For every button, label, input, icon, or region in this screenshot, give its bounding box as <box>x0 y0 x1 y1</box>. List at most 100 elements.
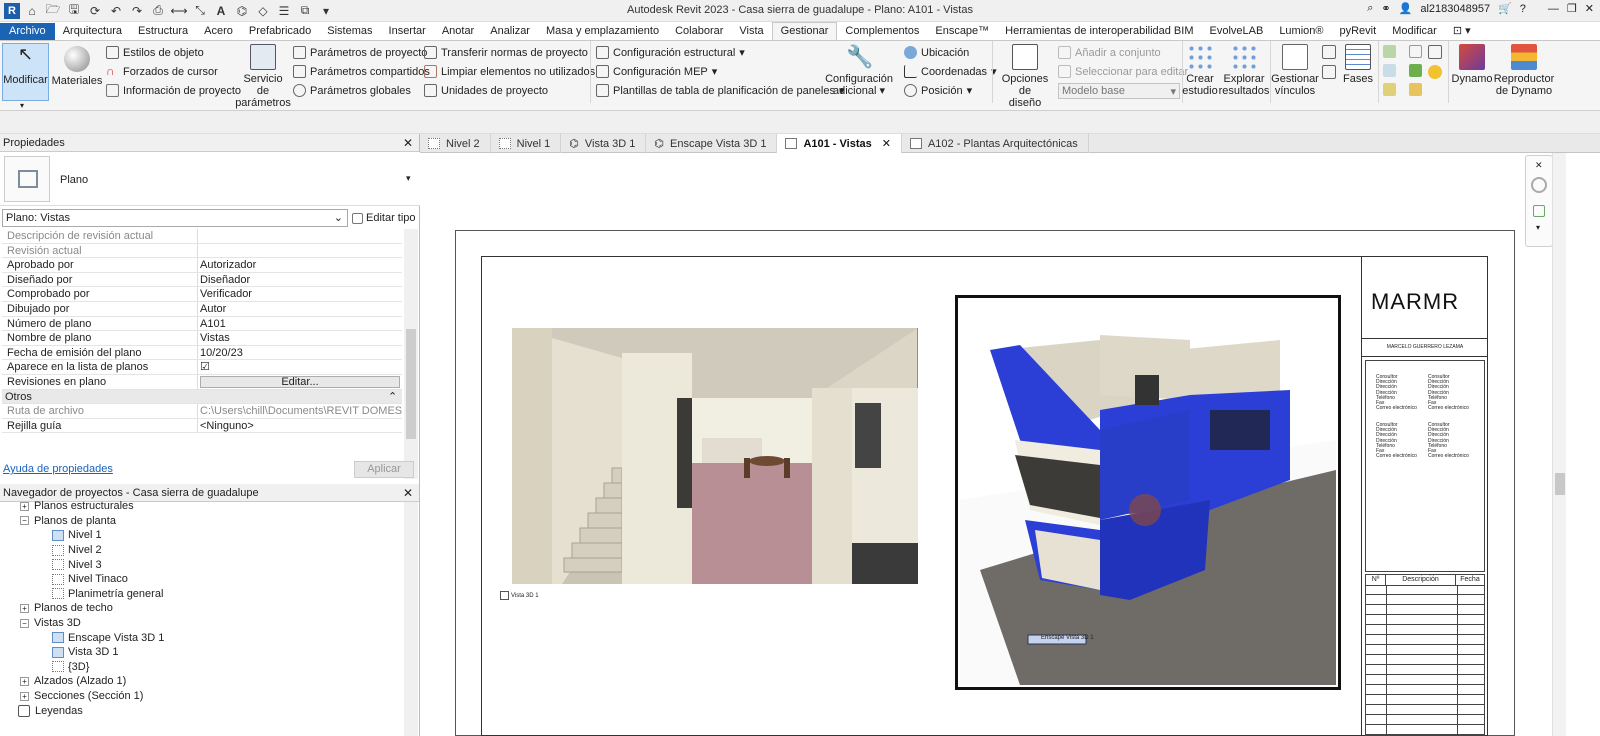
position-button[interactable]: Posición ▾ <box>904 81 997 100</box>
modify-dropdown-icon[interactable]: ▾ <box>20 101 24 110</box>
tree-item-planimetria[interactable]: Planimetría general <box>0 587 402 602</box>
chevron-down-icon[interactable]: ▾ <box>406 173 411 184</box>
viewport-title-vista-3d-1[interactable]: Vista 3D 1 <box>500 591 539 600</box>
snaps-button[interactable]: ∩ Forzados de cursor <box>106 62 241 81</box>
tab-evolvelab[interactable]: EvolveLAB <box>1202 23 1272 40</box>
collapse-icon[interactable]: ⌃ <box>388 390 402 404</box>
revisions-edit-button[interactable]: Editar... <box>200 375 400 388</box>
tab-pyrevit[interactable]: pyRevit <box>1332 23 1385 40</box>
shared-parameters-button[interactable]: Parámetros compartidos <box>293 62 430 81</box>
panel-templates-button[interactable]: Plantillas de tabla de planificación de … <box>596 81 845 100</box>
expand-icon[interactable]: + <box>20 603 29 613</box>
instance-filter-select[interactable]: Plano: Vistas ⌄ <box>2 209 348 227</box>
cart-icon[interactable]: 🛒 <box>1498 2 1512 15</box>
select-by-face-icon[interactable] <box>1409 64 1422 77</box>
tab-prefabricado[interactable]: Prefabricado <box>241 23 319 40</box>
exterior-render-viewport[interactable] <box>960 300 1336 685</box>
restore-icon[interactable]: ❐ <box>1567 2 1577 15</box>
tree-item-default-3d[interactable]: {3D} <box>0 660 402 675</box>
tab-masa[interactable]: Masa y emplazamiento <box>538 23 667 40</box>
property-row[interactable]: Revisiones en plano Editar... <box>2 374 402 390</box>
property-value[interactable]: Verificador <box>198 287 402 301</box>
tab-archivo[interactable]: Archivo <box>0 23 55 40</box>
expand-icon[interactable]: + <box>20 501 29 511</box>
zoom-icon[interactable] <box>1533 205 1545 217</box>
minimize-icon[interactable]: — <box>1548 3 1559 15</box>
property-value[interactable]: Autorizador <box>198 258 402 272</box>
drag-elements-icon[interactable] <box>1383 83 1396 96</box>
property-row[interactable]: Ruta de archivo C:\Users\chill\Documents\… <box>2 404 402 419</box>
structural-settings-button[interactable]: Configuración estructural ▾ <box>596 43 845 62</box>
tree-node-structural-plans[interactable]: + Planos estructurales <box>0 499 402 514</box>
property-value[interactable]: Diseñador <box>198 273 402 287</box>
collapse-icon[interactable]: − <box>20 516 29 526</box>
close-icon[interactable]: ✕ <box>1535 160 1552 171</box>
properties-help-link[interactable]: Ayuda de propiedades <box>3 463 113 475</box>
main-model-select[interactable]: Modelo base ▾ <box>1058 83 1180 99</box>
coordinates-button[interactable]: Coordenadas ▾ <box>904 62 997 81</box>
property-group-others[interactable]: Otros ⌃ <box>2 389 402 405</box>
apply-button[interactable]: Aplicar <box>354 461 414 478</box>
tab-sistemas[interactable]: Sistemas <box>319 23 380 40</box>
property-row[interactable]: Nombre de plano Vistas <box>2 331 402 346</box>
macro-security-icon[interactable] <box>1428 65 1442 79</box>
tab-complementos[interactable]: Complementos <box>837 23 927 40</box>
tree-node-elevations[interactable]: + Alzados (Alzado 1) <box>0 674 402 689</box>
appears-in-list-checkbox[interactable]: ☑ <box>198 360 402 374</box>
tab-view-nivel-2[interactable]: Nivel 2 <box>420 134 491 153</box>
location-button[interactable]: Ubicación <box>904 43 997 62</box>
property-row[interactable]: Fecha de emisión del plano 10/20/23 <box>2 345 402 361</box>
select-underlay-icon[interactable] <box>1409 45 1422 58</box>
property-row[interactable]: Descripción de revisión actual <box>2 229 402 244</box>
panel-toggle-icon[interactable]: ⊡ ▾ <box>1445 22 1479 40</box>
tab-anotar[interactable]: Anotar <box>434 23 482 40</box>
create-study-button[interactable]: Crear estudio <box>1182 44 1218 97</box>
tree-node-3d-views[interactable]: − Vistas 3D <box>0 616 402 631</box>
tree-item-nivel-2[interactable]: Nivel 2 <box>0 543 402 558</box>
tree-node-ceiling-plans[interactable]: + Planos de techo <box>0 601 402 616</box>
tree-item-nivel-1[interactable]: Nivel 1 <box>0 528 402 543</box>
interior-render-viewport[interactable] <box>512 328 918 584</box>
property-row[interactable]: Aprobado por Autorizador <box>2 258 402 273</box>
tree-node-floor-plans[interactable]: − Planos de planta <box>0 514 402 529</box>
tab-lumion[interactable]: Lumion® <box>1271 23 1331 40</box>
select-by-id-icon[interactable] <box>1409 83 1422 96</box>
property-row[interactable]: Aparece en la lista de planos ☑ <box>2 360 402 375</box>
explore-results-button[interactable]: Explorar resultados <box>1219 44 1269 97</box>
tab-view-vista-3d-1[interactable]: ⌬ Vista 3D 1 <box>561 134 647 153</box>
tab-acero[interactable]: Acero <box>196 23 241 40</box>
binoculars-icon[interactable]: ⚭ <box>1381 2 1390 15</box>
property-row[interactable]: Diseñado por Diseñador <box>2 272 402 288</box>
tree-item-vista-3d-1[interactable]: Vista 3D 1 <box>0 645 402 660</box>
property-row[interactable]: Comprobado por Verificador <box>2 287 402 302</box>
tab-view-a102[interactable]: A102 - Plantas Arquitectónicas <box>902 134 1089 153</box>
tree-node-sections[interactable]: + Secciones (Sección 1) <box>0 689 402 704</box>
canvas-scroll-thumb[interactable] <box>1555 473 1565 495</box>
dynamo-button[interactable]: Dynamo <box>1452 44 1492 85</box>
tab-vista[interactable]: Vista <box>731 23 771 40</box>
tree-node-legends[interactable]: Leyendas <box>0 703 402 718</box>
steering-wheel-icon[interactable] <box>1531 177 1547 193</box>
design-options-button[interactable]: Opciones de diseño <box>996 44 1054 109</box>
link-reload-icon[interactable] <box>1322 65 1336 79</box>
phases-button[interactable]: Fases <box>1342 44 1374 85</box>
property-row[interactable]: Número de plano A101 <box>2 316 402 332</box>
materials-button[interactable]: Materiales <box>52 46 102 87</box>
property-value[interactable]: Autor <box>198 302 402 316</box>
type-selector[interactable]: Plano ▾ <box>0 152 420 206</box>
link-manage-icon[interactable] <box>1322 45 1336 59</box>
help-icon[interactable]: ? <box>1520 3 1526 15</box>
dynamo-player-button[interactable]: Reproductor de Dynamo <box>1493 44 1555 97</box>
chevron-down-icon[interactable]: ▾ <box>1536 223 1552 232</box>
property-row[interactable]: Revisión actual <box>2 243 402 259</box>
manage-links-button[interactable]: Gestionar vínculos <box>1271 44 1319 97</box>
expand-icon[interactable]: + <box>20 691 29 701</box>
close-icon[interactable]: ✕ <box>882 137 891 150</box>
property-value[interactable]: A101 <box>198 317 402 331</box>
tree-item-nivel-tinaco[interactable]: Nivel Tinaco <box>0 572 402 587</box>
property-value[interactable]: Vistas <box>198 331 402 345</box>
tree-item-nivel-3[interactable]: Nivel 3 <box>0 557 402 572</box>
canvas-vertical-scrollbar[interactable] <box>1552 153 1566 736</box>
tab-estructura[interactable]: Estructura <box>130 23 196 40</box>
purge-unused-button[interactable]: Limpiar elementos no utilizados <box>424 62 595 81</box>
